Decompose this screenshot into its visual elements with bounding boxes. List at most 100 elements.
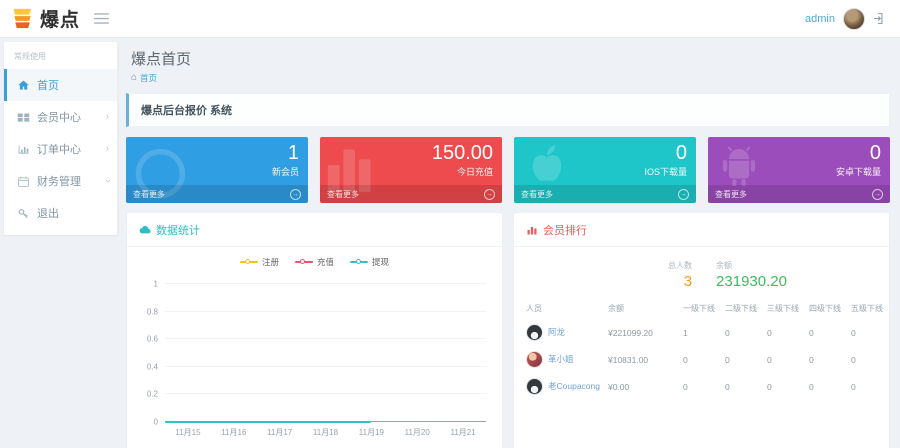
card-label: 安卓下载量 xyxy=(836,165,881,178)
stat-cards: 1新会员查看更多→150.00今日充值查看更多→0IOS下载量查看更多→0安卓下… xyxy=(126,137,890,203)
downline-cell: 0 xyxy=(763,319,805,346)
user-name-link[interactable]: 老Coupacong xyxy=(548,381,600,391)
sidebar-menu: 首页会员中心›订单中心›财务管理›退出 xyxy=(4,69,117,229)
line-chart[interactable]: 00.20.40.60.8111月1511月1611月1711月1811月191… xyxy=(165,284,486,422)
ranking-table: 人员余额一级下线二级下线三级下线四级下线五级下线 阿龙¥221099.20100… xyxy=(514,298,889,400)
ranking-column-header: 三级下线 xyxy=(763,298,805,319)
card-more-link[interactable]: 查看更多→ xyxy=(708,185,890,203)
stat-card-android-downloads[interactable]: 0安卓下载量查看更多→ xyxy=(708,137,890,203)
downline-cell: 0 xyxy=(763,373,805,400)
x-tick-label: 11月18 xyxy=(303,427,349,438)
stats-panel-header: 数据统计 xyxy=(127,213,502,247)
x-tick-label: 11月20 xyxy=(394,427,440,438)
user-name-link[interactable]: 革小姐 xyxy=(548,354,574,364)
y-tick-label: 0.8 xyxy=(147,307,158,316)
bar-chart-icon xyxy=(526,224,538,236)
card-body: 1新会员 xyxy=(272,142,299,178)
navbar: 爆点 admin xyxy=(0,0,900,38)
ranking-stats: 总人数 3 余额 231930.20 xyxy=(514,260,889,290)
sidebar-item-label: 退出 xyxy=(37,205,59,221)
cloud-icon xyxy=(139,224,151,236)
total-balance-stat: 余额 231930.20 xyxy=(716,260,787,290)
main-content: 爆点首页 ⌂ 首页 爆点后台报价 系统 1新会员查看更多→150.00今日充值查… xyxy=(118,38,900,448)
card-value: 1 xyxy=(272,142,299,164)
avatar[interactable] xyxy=(843,8,865,30)
card-more-link[interactable]: 查看更多→ xyxy=(126,185,308,203)
ranking-column-header: 一级下线 xyxy=(679,298,721,319)
chevron-right-icon: › xyxy=(106,112,109,122)
downline-cell: 0 xyxy=(763,346,805,373)
x-tick-label: 11月15 xyxy=(165,427,211,438)
arrow-circle-icon: → xyxy=(678,189,689,200)
gridline xyxy=(165,283,486,284)
card-more-label: 查看更多 xyxy=(521,189,553,200)
card-value: 150.00 xyxy=(432,142,493,164)
home-icon: ⌂ xyxy=(131,73,137,83)
arrow-circle-icon: → xyxy=(290,189,301,200)
breadcrumb: ⌂ 首页 xyxy=(131,72,890,84)
gridline xyxy=(165,366,486,367)
logout-icon[interactable] xyxy=(873,12,886,25)
ranking-row: 老Coupacong¥0.0000000 xyxy=(514,373,889,400)
downline-cell: 0 xyxy=(805,373,847,400)
sidebar-item-members[interactable]: 会员中心› xyxy=(4,101,117,133)
card-body: 0安卓下载量 xyxy=(836,142,881,178)
total-members-value: 3 xyxy=(652,273,692,290)
legend-label: 充值 xyxy=(317,256,334,268)
table-icon xyxy=(17,111,30,124)
ranking-row: 革小姐¥10831.0000000 xyxy=(514,346,889,373)
user-cell: 阿龙 xyxy=(514,319,604,346)
card-body: 150.00今日充值 xyxy=(432,142,493,178)
hamburger-icon[interactable] xyxy=(94,13,109,24)
downline-cell: 0 xyxy=(721,319,763,346)
legend-label: 注册 xyxy=(262,256,279,268)
arrow-circle-icon: → xyxy=(484,189,495,200)
stats-panel: 数据统计 注册 充值 提现 00.20.40.60.8111月1511月1611月1… xyxy=(126,212,503,448)
username-link[interactable]: admin xyxy=(805,13,835,25)
total-balance-value: 231930.20 xyxy=(716,273,787,290)
legend-item[interactable]: 充值 xyxy=(295,256,334,268)
downline-cell: 0 xyxy=(805,346,847,373)
page-title: 爆点首页 xyxy=(131,48,890,69)
downline-cell: 0 xyxy=(679,346,721,373)
legend-item[interactable]: 提现 xyxy=(350,256,389,268)
ranking-panel-title: 会员排行 xyxy=(543,222,587,238)
stat-card-ios-downloads[interactable]: 0IOS下载量查看更多 → xyxy=(514,137,696,203)
x-axis-labels: 11月1511月1611月1711月1811月1911月2011月21 xyxy=(165,422,486,438)
breadcrumb-home-link[interactable]: 首页 xyxy=(140,72,157,84)
x-tick-label: 11月17 xyxy=(257,427,303,438)
x-tick-label: 11月16 xyxy=(211,427,257,438)
ranking-column-header: 人员 xyxy=(514,298,604,319)
sidebar-item-finance[interactable]: 财务管理› xyxy=(4,165,117,197)
arrow-circle-icon: → xyxy=(872,189,883,200)
legend-item[interactable]: 注册 xyxy=(240,256,279,268)
ranking-table-body: 阿龙¥221099.2010000革小姐¥10831.0000000老Coupa… xyxy=(514,319,889,400)
card-value: 0 xyxy=(644,142,687,164)
sidebar-item-logout[interactable]: 退出 xyxy=(4,197,117,229)
card-more-link[interactable]: 查看更多 → xyxy=(514,185,696,203)
ranking-column-header: 二级下线 xyxy=(721,298,763,319)
sidebar: 常规使用 首页会员中心›订单中心›财务管理›退出 xyxy=(4,42,118,235)
x-tick-label: 11月19 xyxy=(348,427,394,438)
legend-label: 提现 xyxy=(372,256,389,268)
card-label: IOS下载量 xyxy=(644,165,687,178)
ranking-table-head: 人员余额一级下线二级下线三级下线四级下线五级下线 xyxy=(514,298,889,319)
user-avatar xyxy=(526,351,543,368)
app-root: 爆点 admin 常规使用 首页会员中心›订单中心›财务管理›退出 爆点首页 ⌂… xyxy=(0,0,900,448)
card-more-link[interactable]: 查看更多→ xyxy=(320,185,502,203)
gridline xyxy=(165,338,486,339)
downline-cell: 0 xyxy=(721,373,763,400)
stat-card-new-members[interactable]: 1新会员查看更多→ xyxy=(126,137,308,203)
brand[interactable]: 爆点 xyxy=(10,5,80,32)
y-tick-label: 1 xyxy=(154,280,158,289)
sidebar-item-label: 财务管理 xyxy=(37,173,81,189)
user-name-link[interactable]: 阿龙 xyxy=(548,327,565,337)
panels-row: 数据统计 注册 充值 提现 00.20.40.60.8111月1511月1611月1… xyxy=(126,212,890,448)
stat-card-today-recharge[interactable]: 150.00今日充值查看更多→ xyxy=(320,137,502,203)
sidebar-item-orders[interactable]: 订单中心› xyxy=(4,133,117,165)
gridline xyxy=(165,393,486,394)
key-icon xyxy=(17,207,30,220)
ranking-column-header: 五级下线 xyxy=(847,298,889,319)
y-tick-label: 0 xyxy=(154,418,158,427)
sidebar-item-home[interactable]: 首页 xyxy=(4,69,117,101)
